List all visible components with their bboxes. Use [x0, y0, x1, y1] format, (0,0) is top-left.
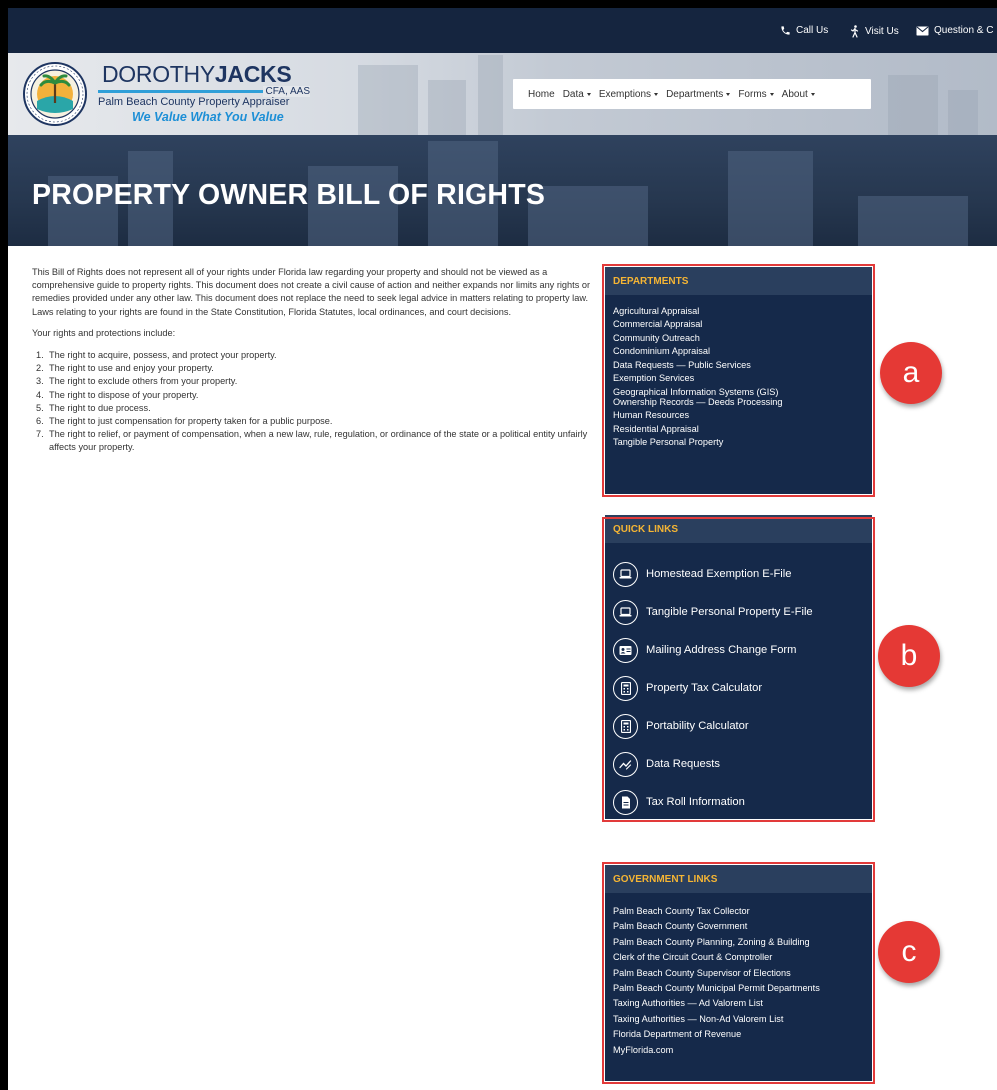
department-link[interactable]: Commercial Appraisal: [613, 318, 783, 331]
quick-link-homestead-efile[interactable]: Homestead Exemption E-File: [613, 555, 813, 593]
quick-links-list: Homestead Exemption E-File Tangible Pers…: [613, 555, 813, 821]
rights-list: 1. The right to acquire, possess, and pro…: [32, 349, 592, 455]
government-link[interactable]: MyFlorida.com: [613, 1043, 820, 1058]
department-link[interactable]: Exemption Services: [613, 372, 783, 385]
quick-link-data-requests[interactable]: Data Requests: [613, 745, 813, 783]
department-link[interactable]: Geographical Information Systems (GIS): [613, 387, 783, 398]
caret-down-icon: [769, 92, 774, 96]
government-link[interactable]: Palm Beach County Government: [613, 919, 820, 934]
government-link[interactable]: Palm Beach County Tax Collector: [613, 904, 820, 919]
list-item: 6. The right to just compensation for pro…: [36, 416, 333, 427]
document-icon: [613, 789, 638, 815]
government-link[interactable]: Palm Beach County Municipal Permit Depar…: [613, 981, 820, 996]
calculator-icon: [613, 713, 638, 739]
county-seal-icon: [22, 61, 88, 127]
departments-list: Agricultural Appraisal Commercial Apprai…: [613, 305, 783, 450]
question-label: Question & C: [934, 25, 994, 36]
brand-tagline: We Value What You Value: [132, 110, 284, 124]
quick-link-tangible-efile[interactable]: Tangible Personal Property E-File: [613, 593, 813, 631]
visit-us-label: Visit Us: [865, 26, 899, 37]
page: Call Us Visit Us Question & C DOROTHYJAC…: [8, 8, 997, 1090]
list-item: 3. The right to exclude others from your …: [36, 376, 238, 387]
department-link[interactable]: Condominium Appraisal: [613, 345, 783, 358]
nav-departments[interactable]: Departments: [666, 89, 731, 100]
quick-link-mailing-address[interactable]: Mailing Address Change Form: [613, 631, 813, 669]
main-nav: Home Data Exemptions Departments Forms A…: [513, 79, 871, 109]
government-link[interactable]: Florida Department of Revenue: [613, 1027, 820, 1042]
quick-link-property-tax-calculator[interactable]: Property Tax Calculator: [613, 669, 813, 707]
caret-down-icon: [810, 92, 815, 96]
nav-home[interactable]: Home: [528, 89, 555, 100]
department-link[interactable]: Ownership Records — Deeds Processing: [613, 397, 783, 408]
nav-about[interactable]: About: [782, 89, 815, 100]
quick-links-title: QUICK LINKS: [605, 515, 872, 543]
department-link[interactable]: Human Resources: [613, 409, 783, 422]
government-links-title: GOVERNMENT LINKS: [605, 865, 872, 893]
government-link[interactable]: Taxing Authorities — Ad Valorem List: [613, 996, 820, 1011]
government-links-list: Palm Beach County Tax Collector Palm Bea…: [613, 904, 820, 1058]
government-link[interactable]: Palm Beach County Planning, Zoning & Bui…: [613, 935, 820, 950]
page-title: PROPERTY OWNER BILL OF RIGHTS: [32, 179, 546, 211]
nav-data[interactable]: Data: [563, 89, 591, 100]
quick-link-tax-roll[interactable]: Tax Roll Information: [613, 783, 813, 821]
call-us-link[interactable]: Call Us: [780, 25, 828, 36]
government-link[interactable]: Taxing Authorities — Non-Ad Valorem List: [613, 1012, 820, 1027]
top-bar: Call Us Visit Us Question & C: [8, 8, 997, 53]
list-item: 1. The right to acquire, possess, and pro…: [36, 350, 277, 361]
annotation-badge-b: b: [878, 625, 940, 687]
list-item: 7. The right to relief, or payment of com…: [36, 429, 588, 453]
caret-down-icon: [586, 92, 591, 96]
departments-panel: DEPARTMENTS Agricultural Appraisal Comme…: [605, 267, 872, 494]
caret-down-icon: [654, 92, 659, 96]
government-link[interactable]: Clerk of the Circuit Court & Comptroller: [613, 950, 820, 965]
rights-heading: Your rights and protections include:: [32, 327, 176, 338]
list-item: 2. The right to use and enjoy your proper…: [36, 363, 214, 374]
annotation-badge-a: a: [880, 342, 942, 404]
list-item: 5. The right to due process.: [36, 402, 151, 413]
main-content: This Bill of Rights does not represent a…: [32, 266, 592, 455]
site-logo[interactable]: DOROTHYJACKS CFA, AAS Palm Beach County …: [22, 59, 312, 129]
call-us-label: Call Us: [796, 25, 829, 36]
department-link[interactable]: Residential Appraisal: [613, 423, 783, 436]
intro-paragraph: This Bill of Rights does not represent a…: [32, 267, 591, 317]
visit-us-link[interactable]: Visit Us: [850, 25, 899, 38]
department-link[interactable]: Agricultural Appraisal: [613, 305, 783, 318]
government-links-panel: GOVERNMENT LINKS Palm Beach County Tax C…: [605, 865, 872, 1081]
department-link[interactable]: Community Outreach: [613, 332, 783, 345]
quick-links-panel: QUICK LINKS Homestead Exemption E-File T…: [605, 515, 872, 819]
departments-title: DEPARTMENTS: [605, 267, 872, 295]
caret-down-icon: [726, 92, 731, 96]
government-link[interactable]: Palm Beach County Supervisor of Election…: [613, 966, 820, 981]
walking-person-icon: [850, 25, 860, 38]
address-card-icon: [613, 637, 638, 663]
hero-banner: PROPERTY OWNER BILL OF RIGHTS: [8, 135, 997, 246]
annotation-badge-c: c: [878, 921, 940, 983]
laptop-icon: [613, 561, 638, 587]
calculator-icon: [613, 675, 638, 701]
nav-forms[interactable]: Forms: [738, 89, 774, 100]
phone-icon: [780, 25, 791, 36]
laptop-icon: [613, 599, 638, 625]
list-item: 4. The right to dispose of your property.: [36, 389, 199, 400]
envelope-icon: [916, 26, 929, 36]
nav-exemptions[interactable]: Exemptions: [599, 89, 659, 100]
question-link[interactable]: Question & C: [916, 25, 993, 36]
department-link[interactable]: Tangible Personal Property: [613, 436, 783, 449]
department-link[interactable]: Data Requests — Public Services: [613, 359, 783, 372]
brand-name: DOROTHYJACKS: [102, 61, 292, 87]
chart-icon: [613, 751, 638, 777]
quick-link-portability-calculator[interactable]: Portability Calculator: [613, 707, 813, 745]
brand-subtitle: Palm Beach County Property Appraiser: [98, 96, 290, 108]
site-header: DOROTHYJACKS CFA, AAS Palm Beach County …: [8, 53, 997, 135]
